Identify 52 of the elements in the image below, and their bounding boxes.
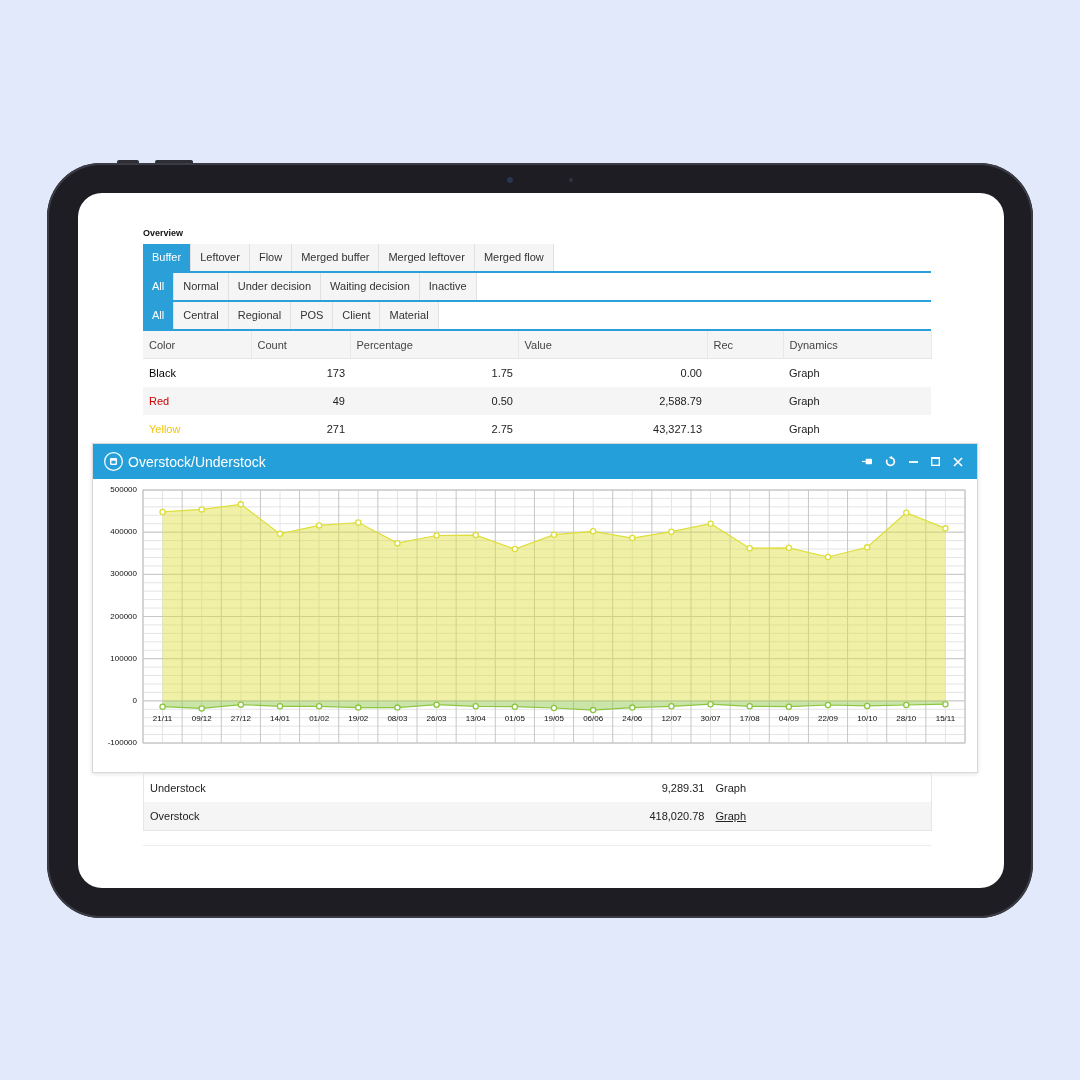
x-axis-label: 13/04 [465,713,486,723]
column-header: Percentage [350,331,518,359]
y-axis-label: 100000 [110,653,137,663]
y-axis-label: 300000 [110,569,137,579]
table-cell: 1.75 [350,358,518,387]
x-axis-label: 06/06 [583,713,604,723]
table-cell: 0.00 [518,358,707,387]
x-axis-label: 22/09 [818,713,838,723]
table-cell: 2,588.79 [518,387,707,415]
y-axis-label: -100000 [107,738,137,748]
x-axis-label: 15/11 [935,713,956,723]
y-axis-label: 200000 [110,611,137,621]
x-axis-label: 09/12 [191,713,212,723]
x-axis-label: 01/02 [309,713,330,723]
x-axis-label: 19/05 [544,713,564,723]
table-cell: Red [143,387,251,415]
x-axis-label: 28/10 [896,713,917,723]
x-axis-label: 26/03 [426,713,447,723]
x-axis-label: 27/12 [230,713,251,723]
table-cell: 0.50 [350,387,518,415]
y-axis-label: 400000 [110,527,137,537]
y-axis-label: 500000 [110,485,137,495]
table-cell: 9,289.31 [565,773,710,802]
x-axis-label: 19/02 [348,713,369,723]
section-title: Overview [143,227,185,240]
x-axis-label: 21/11 [152,713,173,723]
x-axis-label: 10/10 [857,713,878,723]
column-header: Count [251,331,350,359]
table-cell: 43,327.13 [518,415,707,443]
x-axis-label: 30/07 [700,713,721,723]
x-axis-label: 08/03 [387,713,408,723]
x-axis-label: 24/06 [622,713,643,723]
column-header: Value [518,331,707,359]
table-cell: 271 [251,415,350,443]
table-cell: Overstock [143,802,566,831]
table-cell: 173 [251,358,350,387]
x-axis-label: 17/08 [739,713,760,723]
table-cell: 49 [251,387,350,415]
x-axis-label: 04/09 [778,713,799,723]
table-cell: 2.75 [350,415,518,443]
column-header: Rec [707,331,783,359]
table-cell: Understock [143,773,566,802]
column-header: Dynamics [783,331,931,359]
dialog-title: Overstock/Understock [128,453,266,470]
x-axis-label: 14/01 [270,713,290,723]
y-axis-label: 0 [132,695,137,705]
table-cell: Yellow [143,415,251,443]
x-axis-label: 12/07 [661,713,682,723]
x-axis-label: 01/05 [504,713,525,723]
table-cell: Black [143,358,251,387]
column-header: Color [143,331,251,359]
table-cell: 418,020.78 [565,802,710,831]
